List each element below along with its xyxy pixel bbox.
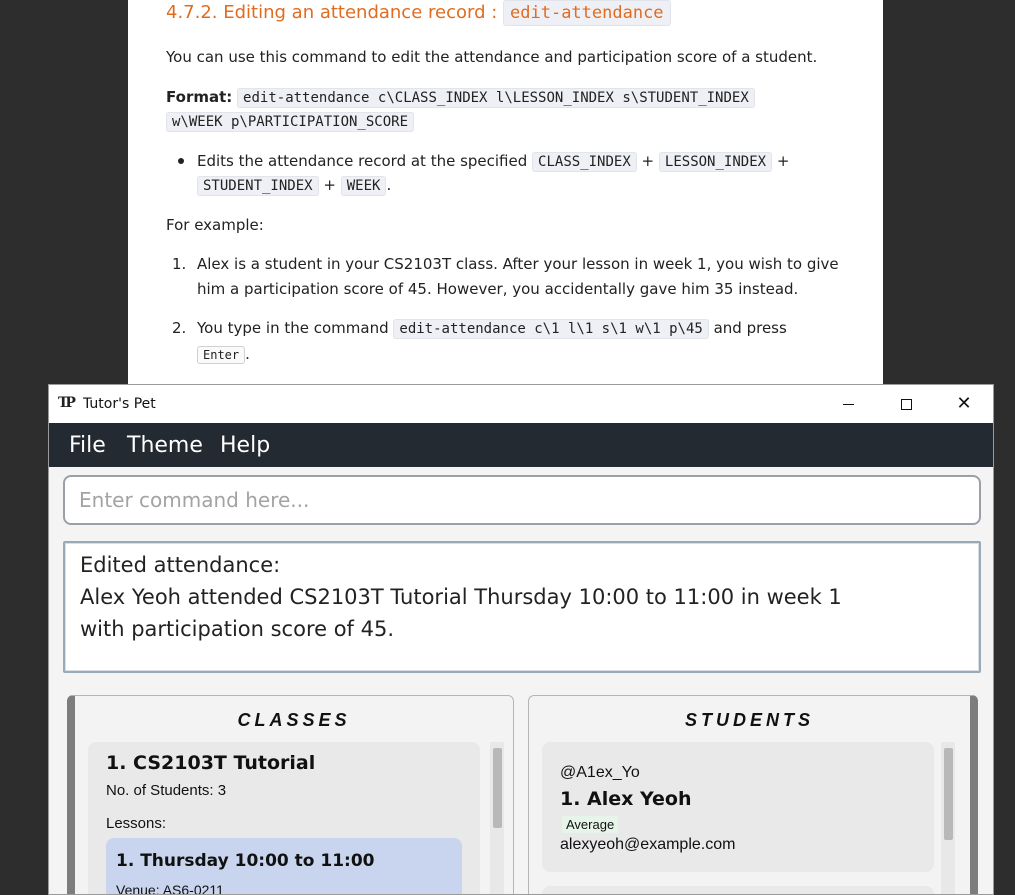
lesson-title: 1. Thursday 10:00 to 11:00 (116, 851, 375, 871)
plus-sign: + (323, 176, 336, 194)
result-line-2: Alex Yeoh attended CS2103T Tutorial Thur… (80, 585, 842, 609)
lesson-venue: Venue: AS6-0211 (116, 882, 224, 895)
format-line-2: w\WEEK p\PARTICIPATION_SCORE (166, 109, 415, 134)
format-line-1: Format: edit-attendance c\CLASS_INDEX l\… (166, 85, 755, 110)
app-window: TP Tutor's Pet ✕ File Theme Help Edited … (48, 384, 994, 895)
item-2-text: You type in the command (197, 319, 389, 337)
command-box (63, 475, 981, 525)
result-line-1: Edited attendance: (80, 553, 281, 577)
close-button[interactable]: ✕ (935, 385, 993, 423)
bullet-code-week: WEEK (340, 176, 387, 196)
minimize-button[interactable] (819, 385, 877, 423)
period: . (386, 176, 392, 194)
item-1-line-1: Alex is a student in your CS2103T class.… (197, 255, 839, 273)
format-code-2: w\WEEK p\PARTICIPATION_SCORE (166, 112, 415, 132)
format-label: Format: (166, 88, 233, 106)
menu-help[interactable]: Help (220, 433, 270, 458)
intro-paragraph: You can use this command to edit the att… (166, 48, 818, 66)
bullet-text: Edits the attendance record at the speci… (197, 152, 528, 170)
item-2-line-2: Enter. (197, 342, 250, 367)
bullet-code-student: STUDENT_INDEX (197, 176, 319, 196)
app-logo-icon: TP (58, 395, 76, 411)
menu-file[interactable]: File (69, 433, 106, 458)
example-label: For example: (166, 216, 264, 234)
section-heading-code: edit-attendance (503, 0, 671, 26)
bullet-code-class: CLASS_INDEX (532, 152, 637, 172)
student-telegram: @A1ex_Yo (560, 764, 640, 781)
title-bar[interactable]: TP Tutor's Pet ✕ (49, 385, 993, 423)
bullet-icon (178, 158, 184, 164)
menu-theme[interactable]: Theme (127, 433, 203, 458)
enter-key: Enter (197, 346, 246, 364)
students-scrollbar[interactable] (941, 742, 955, 894)
student-card[interactable]: @A1ex_Yo 1. Alex Yeoh Average alexyeoh@e… (542, 742, 934, 872)
student-card[interactable] (542, 886, 934, 894)
class-student-count: No. of Students: 3 (106, 782, 227, 799)
item-2-line-1: You type in the command edit-attendance … (197, 316, 787, 341)
classes-panel-title: CLASSES (237, 710, 351, 730)
item-2-code: edit-attendance c\1 l\1 s\1 w\1 p\45 (393, 319, 709, 339)
maximize-icon (900, 398, 912, 410)
close-icon: ✕ (956, 393, 972, 414)
item-2-number: 2. (172, 319, 187, 337)
plus-sign: + (641, 152, 655, 170)
bullet-line-1: Edits the attendance record at the speci… (197, 149, 789, 174)
result-line-3: with participation score of 45. (80, 617, 395, 641)
students-panel-title: STUDENTS (684, 710, 814, 730)
classes-scroll-thumb[interactable] (493, 748, 502, 828)
bullet-code-lesson: LESSON_INDEX (658, 152, 773, 172)
classes-scrollbar[interactable] (490, 742, 504, 894)
class-lessons-label: Lessons: (106, 815, 167, 832)
item-1-line-2: him a participation score of 45. However… (197, 280, 799, 298)
command-input[interactable] (65, 477, 979, 523)
item-2-post: and press (713, 319, 787, 337)
lesson-card[interactable]: 1. Thursday 10:00 to 11:00 Venue: AS6-02… (106, 838, 462, 895)
maximize-button[interactable] (877, 385, 935, 423)
item-1-number: 1. (172, 255, 187, 273)
window-title: Tutor's Pet (83, 396, 156, 412)
section-heading-text: 4.7.2. Editing an attendance record : (166, 2, 504, 23)
student-badge: Average (562, 816, 619, 833)
class-title: 1. CS2103T Tutorial (106, 752, 316, 774)
main-content: Edited attendance: Alex Yeoh attended CS… (49, 467, 993, 895)
plus-sign: + (776, 152, 790, 170)
classes-panel: CLASSES 1. CS2103T Tutorial No. of Stude… (67, 695, 514, 895)
students-panel: STUDENTS @A1ex_Yo 1. Alex Yeoh Average a… (528, 695, 978, 894)
student-email: alexyeoh@example.com (560, 836, 736, 853)
section-heading: 4.7.2. Editing an attendance record : ed… (166, 0, 671, 26)
documentation-page: 4.7.2. Editing an attendance record : ed… (128, 0, 883, 385)
class-card[interactable]: 1. CS2103T Tutorial No. of Students: 3 L… (88, 742, 480, 895)
result-display: Edited attendance: Alex Yeoh attended CS… (63, 541, 981, 673)
students-scroll-thumb[interactable] (944, 748, 953, 840)
minimize-icon (842, 403, 854, 405)
period: . (245, 345, 250, 363)
bullet-line-2: STUDENT_INDEX + WEEK. (197, 173, 391, 198)
format-code-1: edit-attendance c\CLASS_INDEX l\LESSON_I… (237, 88, 755, 108)
menu-bar: File Theme Help (49, 423, 993, 467)
student-name: 1. Alex Yeoh (560, 788, 692, 810)
